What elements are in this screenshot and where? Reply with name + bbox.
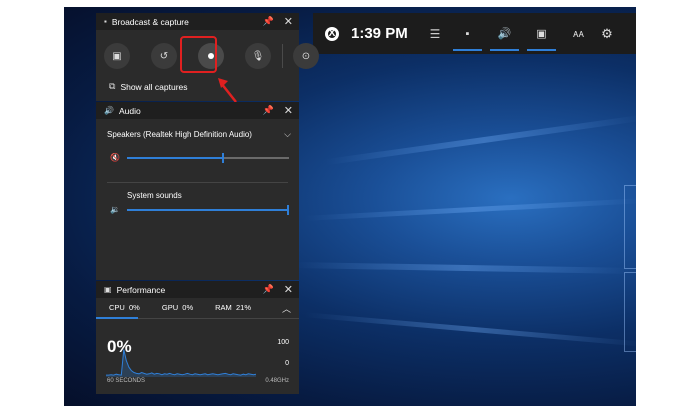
light-beam <box>325 114 636 166</box>
slider-fill <box>127 157 225 159</box>
camera-icon: ▣ <box>112 50 122 62</box>
panel-title: Audio <box>118 105 141 116</box>
red-arrow-annotation <box>218 78 237 103</box>
time-range-label: 60 SECONDS <box>107 378 146 384</box>
close-icon[interactable]: ✕ <box>284 104 293 117</box>
slider-thumb[interactable] <box>287 205 289 215</box>
broadcast-icon: ⊙ <box>301 50 311 62</box>
screenshot-button[interactable]: ▣ <box>104 43 130 69</box>
divider <box>138 318 299 319</box>
frequency-label: 0.48GHz <box>265 378 289 384</box>
chevron-up-icon[interactable]: ︿ <box>282 302 291 315</box>
capture-buttons: ▣ ↺ 🎙 ⊙ <box>104 43 340 69</box>
pin-icon[interactable]: 📌 <box>263 16 274 27</box>
tab-ram[interactable]: RAM 21% <box>215 303 251 312</box>
light-beam <box>304 198 636 221</box>
record-highlight-box <box>180 36 217 73</box>
tab-gpu[interactable]: GPU 0% <box>162 303 193 312</box>
mute-speaker-icon[interactable]: 🔇 <box>110 153 120 162</box>
light-beam <box>304 312 636 347</box>
broadcast-icon: ▪ <box>104 17 107 26</box>
gear-icon[interactable]: ⚙ <box>597 26 617 42</box>
broadcast-widget-icon[interactable]: ▪ <box>449 13 486 54</box>
audio-device-select[interactable]: Speakers (Realtek High Definition Audio)… <box>107 129 291 140</box>
panel-header: ▣ Performance 📌 ✕ <box>96 281 299 298</box>
tab-cpu[interactable]: CPU 0% <box>109 303 140 312</box>
mic-off-icon: 🎙 <box>251 50 265 62</box>
close-icon[interactable]: ✕ <box>284 15 293 28</box>
window-logo-pane <box>624 185 636 269</box>
audio-widget-icon[interactable]: 🔊 <box>486 13 523 54</box>
performance-icon: ▣ <box>104 285 112 294</box>
master-volume-slider[interactable] <box>127 153 289 163</box>
panel-title: Broadcast & capture <box>111 16 189 27</box>
record-last-button[interactable]: ↺ <box>151 43 177 69</box>
performance-tabs: CPU 0% GPU 0% RAM 21% ︿ <box>96 298 299 317</box>
chevron-down-icon: ⌵ <box>284 129 291 139</box>
tab-value: 0% <box>129 303 140 312</box>
tab-label: CPU <box>109 303 125 312</box>
slider-fill <box>127 209 289 211</box>
pin-icon[interactable]: 📌 <box>263 105 274 116</box>
social-widget-icon[interactable]: ᴀᴀ <box>560 13 597 54</box>
panel-header: ▪ Broadcast & capture 📌 ✕ <box>96 13 299 30</box>
widget-glyph: ▪ <box>465 27 470 40</box>
panel-title: Performance <box>116 284 166 295</box>
close-icon[interactable]: ✕ <box>284 283 293 296</box>
divider <box>282 44 283 68</box>
slider-thumb[interactable] <box>222 153 225 163</box>
show-all-label: Show all captures <box>120 81 188 92</box>
light-beam <box>293 262 635 274</box>
graph-min-label: 0 <box>285 360 289 367</box>
broadcast-button[interactable]: ⊙ <box>293 43 319 69</box>
system-sounds-label: System sounds <box>127 191 182 200</box>
tab-value: 21% <box>235 303 251 312</box>
speaker-icon[interactable]: 🔉 <box>110 205 120 214</box>
game-bar: 1:39 PM ☰ ▪ 🔊 ▣ ᴀᴀ ⚙ <box>313 13 636 54</box>
performance-widget-icon[interactable]: ▣ <box>523 13 560 54</box>
widget-glyph: ▣ <box>536 28 547 40</box>
microphone-button[interactable]: 🎙 <box>245 43 271 69</box>
show-all-captures-link[interactable]: ⧉ Show all captures <box>109 81 188 92</box>
clock: 1:39 PM <box>351 25 408 42</box>
window-logo-pane <box>624 272 636 352</box>
current-usage: 0% <box>107 337 132 356</box>
pin-icon[interactable]: 📌 <box>263 284 274 295</box>
speaker-icon: 🔊 <box>104 106 114 115</box>
tab-value: 0% <box>182 303 194 312</box>
active-tab-indicator <box>96 317 138 319</box>
tab-label: RAM <box>215 303 232 312</box>
performance-panel: ▣ Performance 📌 ✕ CPU 0% GPU 0% RAM 21% … <box>96 281 299 394</box>
widget-glyph: ᴀᴀ <box>573 27 584 40</box>
replay-icon: ↺ <box>159 50 169 62</box>
system-volume-slider[interactable] <box>127 205 289 215</box>
menu-icon[interactable]: ☰ <box>421 27 449 41</box>
gallery-icon: ⧉ <box>109 81 116 91</box>
panel-header: 🔊 Audio 📌 ✕ <box>96 102 299 119</box>
xbox-logo-icon <box>325 26 339 41</box>
widget-glyph: 🔊 <box>497 28 512 40</box>
audio-panel: 🔊 Audio 📌 ✕ Speakers (Realtek High Defin… <box>96 102 299 280</box>
device-name: Speakers (Realtek High Definition Audio) <box>107 130 252 139</box>
graph-max-label: 100 <box>277 339 289 346</box>
tab-label: GPU <box>161 303 179 312</box>
divider <box>107 182 288 183</box>
